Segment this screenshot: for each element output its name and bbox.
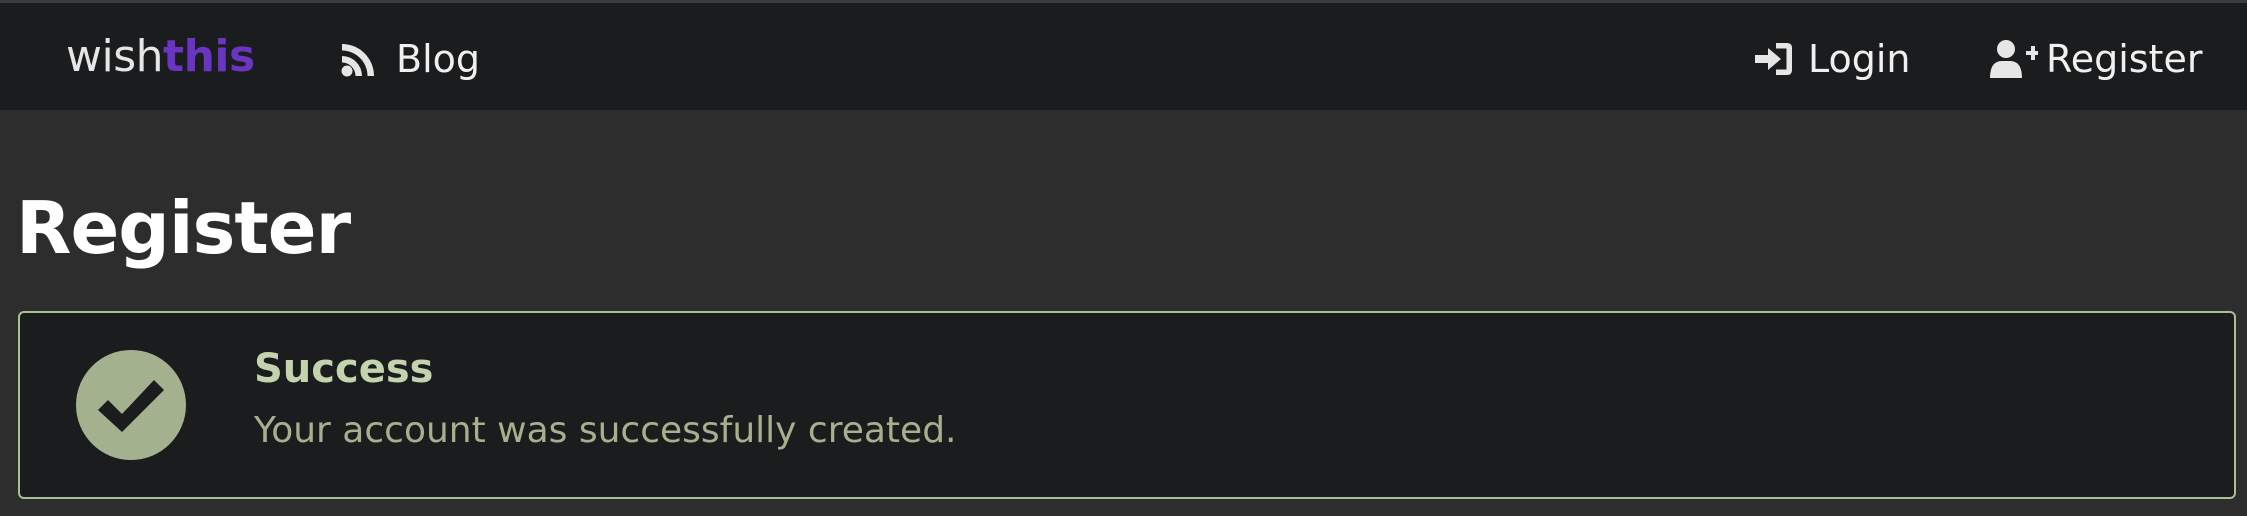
brand-logo-part-this: this	[163, 31, 255, 82]
success-message-text: Your account was successfully created.	[254, 410, 957, 451]
brand-logo-part-wish: wish	[66, 31, 164, 82]
success-message: Success Your account was successfully cr…	[18, 311, 2236, 499]
nav-blog-link[interactable]: Blog	[341, 33, 480, 85]
nav-register-link[interactable]: Register	[1990, 33, 2202, 85]
success-message-header: Success	[254, 346, 434, 392]
user-plus-icon	[1990, 39, 2046, 79]
sign-in-icon	[1754, 41, 1808, 77]
check-circle-icon	[76, 350, 186, 460]
nav-login-link[interactable]: Login	[1754, 33, 1911, 85]
brand-logo[interactable]: wishthis	[66, 31, 255, 83]
page-title: Register	[16, 186, 351, 270]
nav-blog-label: Blog	[396, 37, 480, 81]
top-navbar: wishthis Blog Login Register	[0, 3, 2247, 110]
rss-icon	[341, 41, 396, 77]
nav-register-label: Register	[2046, 37, 2203, 81]
nav-login-label: Login	[1808, 37, 1911, 81]
